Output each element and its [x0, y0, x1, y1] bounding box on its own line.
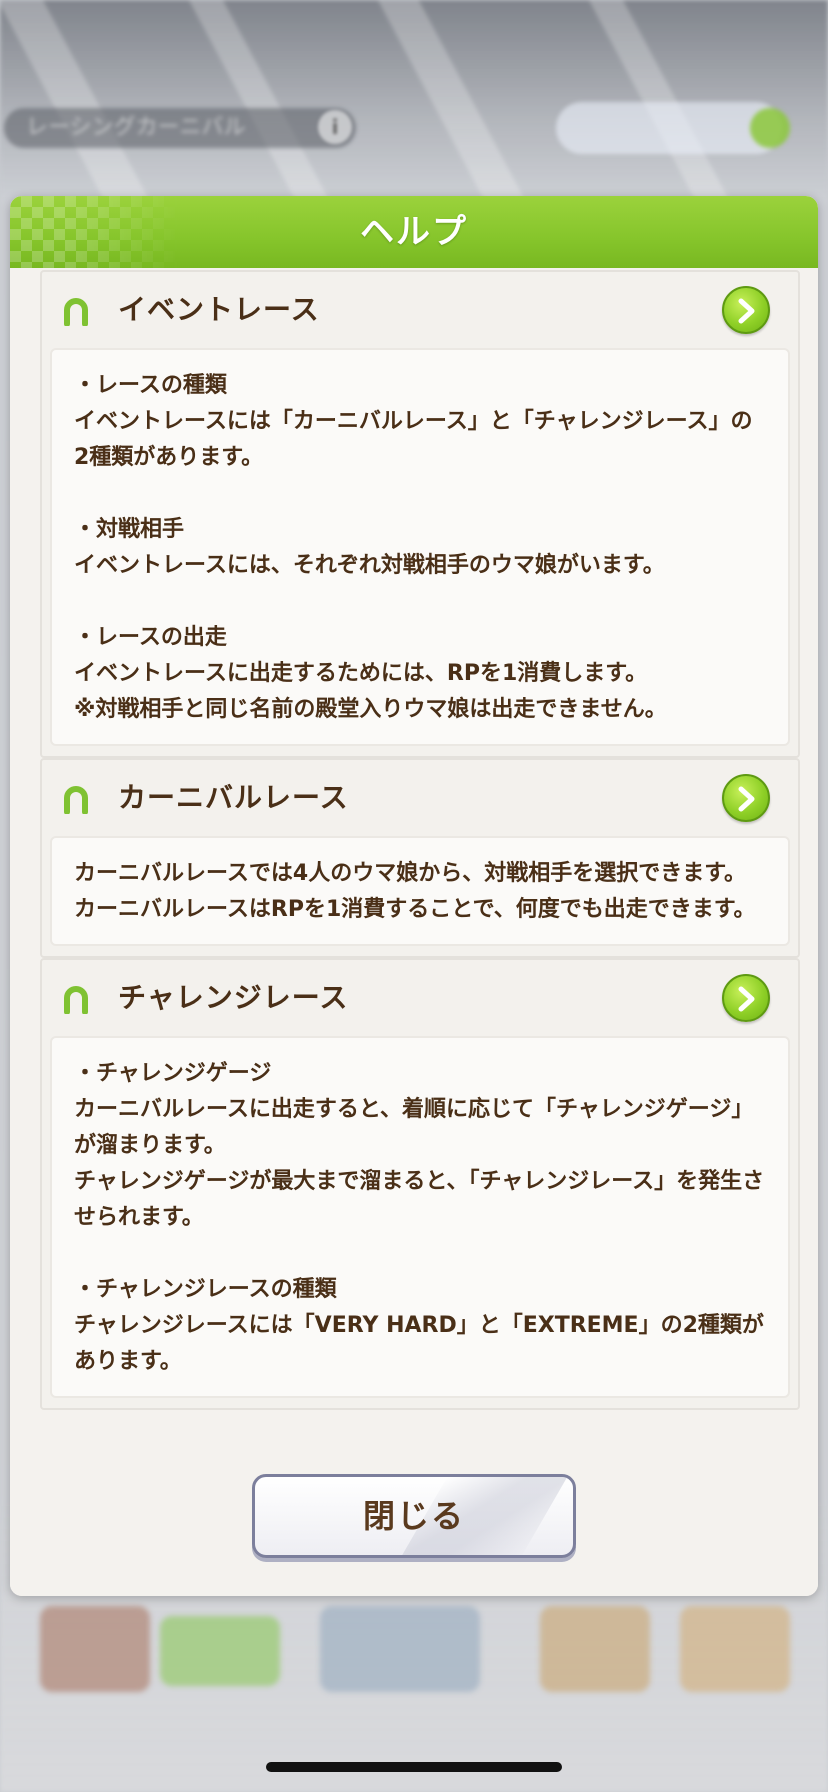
close-button-label: 閉じる	[362, 1497, 465, 1535]
bottom-menu-blurred	[0, 1596, 828, 1716]
dialog-header: ヘルプ	[10, 196, 818, 268]
close-button[interactable]: 閉じる	[252, 1474, 576, 1558]
section-header: チャレンジレース	[42, 960, 798, 1036]
horseshoe-icon	[64, 298, 88, 326]
horseshoe-icon	[64, 986, 88, 1014]
chevron-right-icon[interactable]	[722, 774, 770, 822]
section-title: チャレンジレース	[118, 981, 349, 1014]
dialog-footer: 閉じる	[10, 1444, 818, 1596]
section-challenge-race: チャレンジレース ・チャレンジゲージ カーニバルレースに出走すると、着順に応じて…	[40, 958, 800, 1410]
chevron-right-icon[interactable]	[722, 286, 770, 334]
chevron-right-icon[interactable]	[722, 974, 770, 1022]
section-body: カーニバルレースでは4人のウマ娘から、対戦相手を選択できます。 カーニバルレース…	[50, 836, 790, 946]
rp-add-icon	[750, 108, 790, 148]
home-indicator[interactable]	[266, 1762, 562, 1772]
section-header: イベントレース	[42, 272, 798, 348]
section-event-race: イベントレース ・レースの種類 イベントレースには「カーニバルレース」と「チャレ…	[40, 270, 800, 758]
event-title-pill: レーシングカーニバル	[4, 108, 356, 148]
dialog-title: ヘルプ	[360, 212, 468, 252]
help-dialog: ヘルプ イベントレース ・レースの種類 イベントレースには「カーニバルレース」と…	[10, 196, 818, 1596]
section-title: イベントレース	[118, 293, 320, 326]
section-carnival-race: カーニバルレース カーニバルレースでは4人のウマ娘から、対戦相手を選択できます。…	[40, 758, 800, 958]
help-content-scroll[interactable]: イベントレース ・レースの種類 イベントレースには「カーニバルレース」と「チャレ…	[40, 270, 800, 1442]
section-body: ・チャレンジゲージ カーニバルレースに出走すると、着順に応じて「チャレンジゲージ…	[50, 1036, 790, 1398]
horseshoe-icon	[64, 786, 88, 814]
section-header: カーニバルレース	[42, 760, 798, 836]
rp-gauge	[556, 102, 790, 154]
info-icon: i	[318, 110, 352, 144]
section-title: カーニバルレース	[118, 781, 349, 814]
section-body: ・レースの種類 イベントレースには「カーニバルレース」と「チャレンジレース」の2…	[50, 348, 790, 746]
